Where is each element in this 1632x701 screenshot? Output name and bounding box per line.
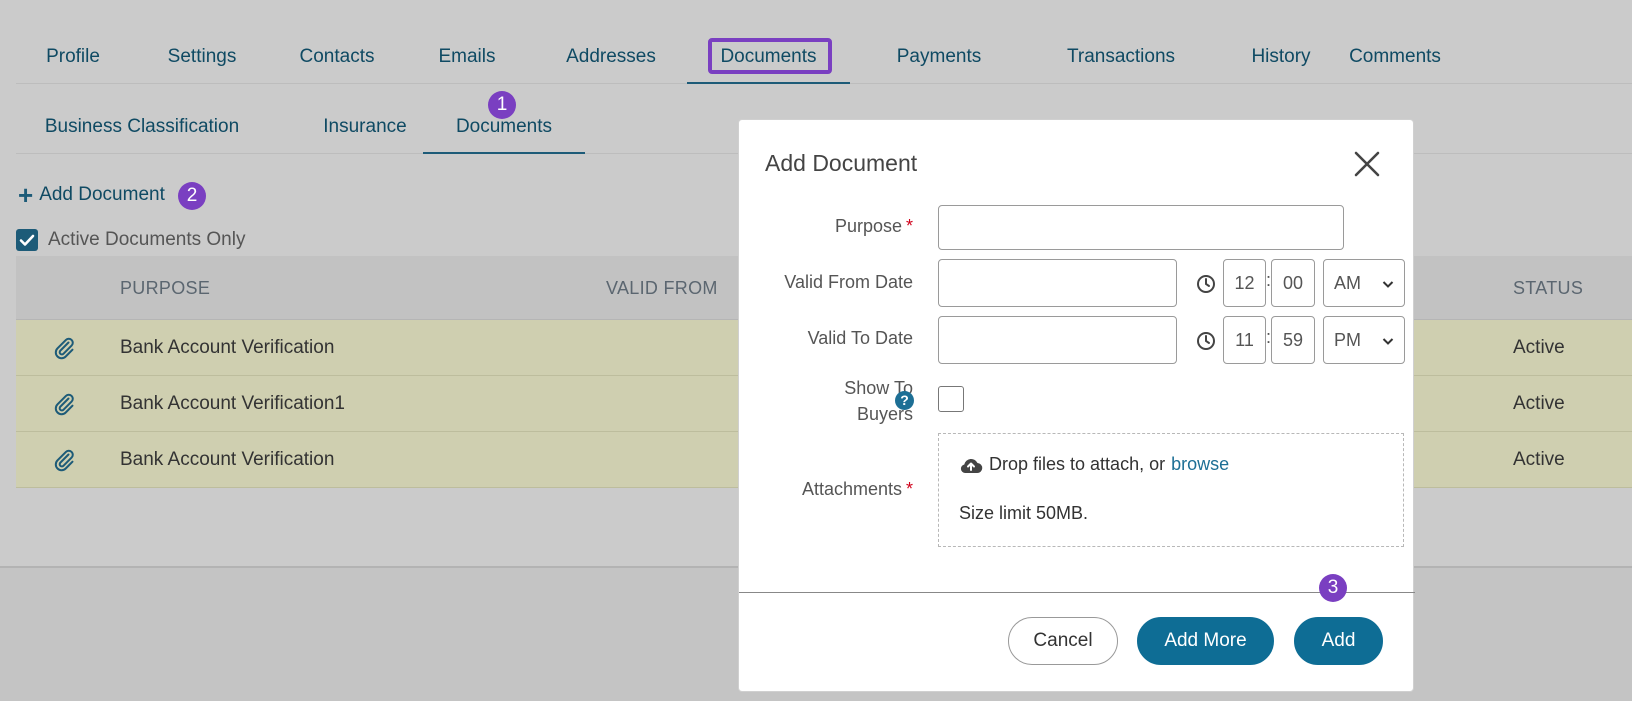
add-document-link[interactable]: + Add Document <box>18 180 165 210</box>
add-document-label: Add Document <box>39 184 165 205</box>
tab-addresses[interactable]: Addresses <box>536 36 686 84</box>
subtab-insurance[interactable]: Insurance <box>294 106 436 154</box>
chevron-down-icon <box>1382 281 1394 288</box>
tab-emails[interactable]: Emails <box>408 36 526 84</box>
paperclip-icon[interactable] <box>52 336 76 360</box>
cancel-button[interactable]: Cancel <box>1008 617 1118 665</box>
row-status: Active <box>1513 449 1565 470</box>
column-header-purpose[interactable]: PURPOSE <box>120 256 210 320</box>
size-limit-text: Size limit 50MB. <box>959 503 1089 523</box>
valid-to-ampm-select[interactable]: PM <box>1323 316 1405 364</box>
column-header-valid-from[interactable]: VALID FROM <box>606 256 718 320</box>
tab-payments[interactable]: Payments <box>862 36 1016 84</box>
chevron-down-icon <box>1382 338 1394 345</box>
valid-from-ampm-select[interactable]: AM <box>1323 259 1405 307</box>
paperclip-icon[interactable] <box>52 392 76 416</box>
valid-from-hour-input[interactable]: 12 <box>1223 259 1266 307</box>
valid-from-minute-input[interactable]: 00 <box>1271 259 1315 307</box>
valid-from-label: Valid From Date <box>784 272 913 292</box>
active-only-checkbox[interactable] <box>16 229 38 251</box>
step-badge-3: 3 <box>1319 574 1347 602</box>
step-badge-2: 2 <box>178 182 206 210</box>
attachment-dropzone[interactable]: Drop files to attach, or browse Size lim… <box>938 433 1404 547</box>
valid-from-date-input[interactable] <box>938 259 1177 307</box>
valid-to-hour-input[interactable]: 11 <box>1223 316 1266 364</box>
add-more-button[interactable]: Add More <box>1137 617 1274 665</box>
paperclip-icon[interactable] <box>52 448 76 472</box>
active-only-label: Active Documents Only <box>48 229 246 250</box>
dialog-title: Add Document <box>765 150 918 176</box>
required-mark: * <box>905 479 913 499</box>
valid-to-label: Valid To Date <box>807 328 913 348</box>
dropzone-text: Drop files to attach, or <box>989 454 1166 474</box>
help-icon[interactable]: ? <box>895 391 914 410</box>
required-mark: * <box>905 216 913 236</box>
tab-comments[interactable]: Comments <box>1322 36 1468 84</box>
documents-tab-highlight <box>708 38 832 74</box>
plus-icon: + <box>18 180 34 210</box>
row-status: Active <box>1513 337 1565 358</box>
checkmark-icon <box>19 234 35 246</box>
step-badge-1: 1 <box>488 91 516 119</box>
tab-settings[interactable]: Settings <box>140 36 264 84</box>
column-header-status[interactable]: STATUS <box>1513 256 1583 320</box>
browse-link[interactable]: browse <box>1171 454 1229 475</box>
show-to-buyers-checkbox[interactable] <box>938 386 964 412</box>
purpose-input[interactable] <box>938 205 1344 250</box>
tab-transactions[interactable]: Transactions <box>1026 36 1216 84</box>
purpose-label: Purpose * <box>834 216 913 236</box>
add-button[interactable]: Add <box>1294 617 1383 665</box>
cloud-upload-icon <box>960 458 983 473</box>
valid-to-minute-input[interactable]: 59 <box>1271 316 1315 364</box>
dropzone-prompt: Drop files to attach, or browse <box>959 454 1229 475</box>
attachments-label: Attachments * <box>801 479 913 499</box>
row-status: Active <box>1513 393 1565 414</box>
close-icon[interactable] <box>1353 150 1381 178</box>
tab-contacts[interactable]: Contacts <box>272 36 402 84</box>
valid-to-date-input[interactable] <box>938 316 1177 364</box>
add-document-dialog: Add Document Purpose * Valid From Date 12… <box>738 119 1415 692</box>
subtab-business-classification[interactable]: Business Classification <box>32 106 252 154</box>
row-purpose: Bank Account Verification <box>120 337 335 358</box>
clock-icon <box>1197 332 1215 350</box>
active-only-filter: Active Documents Only <box>16 229 245 251</box>
dialog-footer-divider <box>739 592 1415 593</box>
row-purpose: Bank Account Verification1 <box>120 393 345 414</box>
row-purpose: Bank Account Verification <box>120 449 335 470</box>
tab-profile[interactable]: Profile <box>16 36 130 84</box>
clock-icon <box>1197 275 1215 293</box>
